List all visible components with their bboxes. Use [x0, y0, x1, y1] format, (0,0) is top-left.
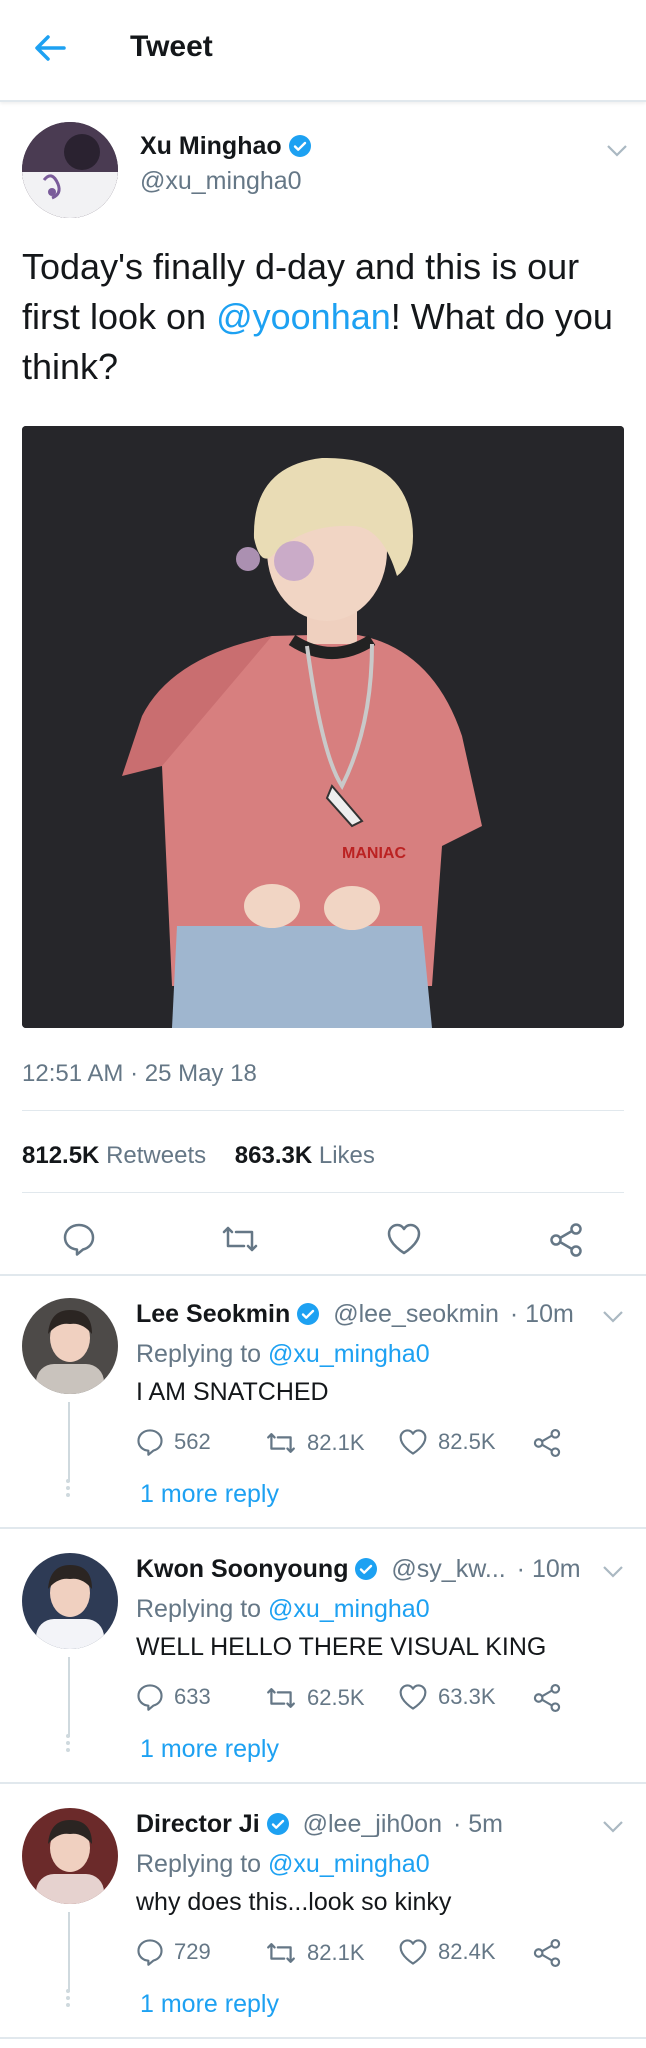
like-heart-icon — [399, 1684, 427, 1710]
reply-icon — [137, 1939, 163, 1966]
reply-header: Lee Seokmin @lee_seokmin · 10m — [136, 1300, 574, 1329]
replying-to-link[interactable]: @xu_mingha0 — [268, 1340, 430, 1368]
reply-tweet[interactable]: Kwon Soonyoung @sy_kw... · 10m Replying … — [0, 1531, 646, 1784]
replying-to-link[interactable]: @xu_mingha0 — [268, 1595, 430, 1623]
back-arrow-icon[interactable] — [30, 28, 70, 68]
section-divider — [0, 1782, 646, 1784]
reply-text: I AM SNATCHED — [136, 1378, 329, 1406]
retweet-icon — [267, 1943, 295, 1963]
thread-dots — [66, 1476, 72, 1500]
like-heart-icon[interactable] — [386, 1222, 422, 1256]
more-replies-link[interactable]: 1 more reply — [140, 1990, 279, 2019]
tweet-text: Today's finally d-day and this is our fi… — [22, 246, 613, 387]
retweet-icon — [267, 1433, 295, 1453]
author-avatar[interactable] — [22, 122, 118, 218]
shirt-print-text: MANIAC — [342, 845, 406, 862]
like-count[interactable]: 63.3K — [398, 1683, 496, 1711]
author-name[interactable]: Xu Minghao — [140, 132, 282, 160]
share-icon[interactable] — [532, 1428, 562, 1458]
reply-time: · 10m — [516, 1555, 581, 1583]
like-heart-icon — [399, 1429, 427, 1455]
retweet-count[interactable]: 62.5K — [265, 1685, 365, 1711]
tweet-photo[interactable]: MANIAC — [22, 426, 624, 1028]
reply-author-name[interactable]: Director Ji — [136, 1810, 260, 1838]
reply-count[interactable]: 633 — [136, 1683, 211, 1711]
reply-avatar[interactable] — [22, 1808, 118, 1904]
thread-line — [68, 1402, 70, 1482]
reply-tweet[interactable]: Lee Seokmin @lee_seokmin · 10m Replying … — [0, 1276, 646, 1529]
chevron-down-icon[interactable] — [602, 1565, 624, 1579]
reply-avatar[interactable] — [22, 1553, 118, 1649]
verified-badge-icon — [297, 1303, 320, 1325]
like-count[interactable]: 82.4K — [398, 1938, 496, 1966]
section-divider — [0, 1527, 646, 1529]
reply-text: why does this...look so kinky — [136, 1888, 452, 1916]
reply-avatar[interactable] — [22, 1298, 118, 1394]
verified-badge-icon — [266, 1813, 289, 1835]
chevron-down-icon[interactable] — [602, 1310, 624, 1324]
divider — [22, 1110, 624, 1111]
reply-time: · 10m — [509, 1300, 574, 1328]
like-heart-icon — [399, 1939, 427, 1965]
reply-author-handle[interactable]: @lee_jih0on — [303, 1810, 442, 1838]
reply-author-name[interactable]: Kwon Soonyoung — [136, 1555, 348, 1583]
likes-stat[interactable]: 863.3K Likes — [235, 1142, 375, 1169]
chevron-down-icon[interactable] — [606, 144, 628, 158]
share-icon[interactable] — [532, 1683, 562, 1713]
reply-author-handle[interactable]: @sy_kw... — [391, 1555, 505, 1583]
reply-icon[interactable] — [62, 1222, 96, 1256]
reply-header: Kwon Soonyoung @sy_kw... · 10m — [136, 1555, 581, 1584]
like-count[interactable]: 82.5K — [398, 1428, 496, 1456]
replying-to: Replying to @xu_mingha0 — [136, 1850, 430, 1878]
reply-icon — [137, 1429, 163, 1456]
replying-to: Replying to @xu_mingha0 — [136, 1595, 430, 1623]
thread-line — [68, 1657, 70, 1737]
share-icon[interactable] — [548, 1222, 584, 1258]
verified-badge-icon — [355, 1558, 378, 1580]
top-bar: Tweet — [0, 0, 646, 102]
reply-author-handle[interactable]: @lee_seokmin — [333, 1300, 499, 1328]
chevron-down-icon[interactable] — [602, 1820, 624, 1834]
retweets-stat[interactable]: 812.5K Retweets — [22, 1142, 206, 1169]
reply-time: · 5m — [452, 1810, 503, 1838]
replying-to-link[interactable]: @xu_mingha0 — [268, 1850, 430, 1878]
tweet-timestamp[interactable]: 12:51 AM · 25 May 18 — [22, 1060, 257, 1088]
page-title: Tweet — [130, 30, 213, 63]
reply-icon — [137, 1684, 163, 1711]
author-handle[interactable]: @xu_mingha0 — [140, 167, 312, 196]
retweet-count[interactable]: 82.1K — [265, 1940, 365, 1966]
retweet-icon — [267, 1688, 295, 1708]
more-replies-link[interactable]: 1 more reply — [140, 1735, 279, 1764]
retweet-icon[interactable] — [220, 1224, 260, 1254]
replying-to: Replying to @xu_mingha0 — [136, 1340, 430, 1368]
share-icon[interactable] — [532, 1938, 562, 1968]
thread-dots — [66, 1731, 72, 1755]
retweet-count[interactable]: 82.1K — [265, 1430, 365, 1456]
thread-line — [68, 1912, 70, 1992]
reply-count[interactable]: 562 — [136, 1428, 211, 1456]
reply-text: WELL HELLO THERE VISUAL KING — [136, 1633, 547, 1661]
reply-tweet[interactable]: Director Ji @lee_jih0on · 5m Replying to… — [0, 1786, 646, 2039]
reply-count[interactable]: 729 — [136, 1938, 211, 1966]
author-info: Xu Minghao @xu_mingha0 — [140, 132, 312, 196]
thread-dots — [66, 1986, 72, 2010]
section-divider — [0, 2037, 646, 2039]
more-replies-link[interactable]: 1 more reply — [140, 1480, 279, 1509]
verified-badge-icon — [288, 135, 311, 157]
reply-header: Director Ji @lee_jih0on · 5m — [136, 1810, 503, 1839]
mention-link[interactable]: @yoonhan — [216, 296, 391, 337]
reply-author-name[interactable]: Lee Seokmin — [136, 1300, 290, 1328]
engagement-stats: 812.5K Retweets 863.3K Likes — [22, 1142, 375, 1170]
divider — [22, 1192, 624, 1193]
